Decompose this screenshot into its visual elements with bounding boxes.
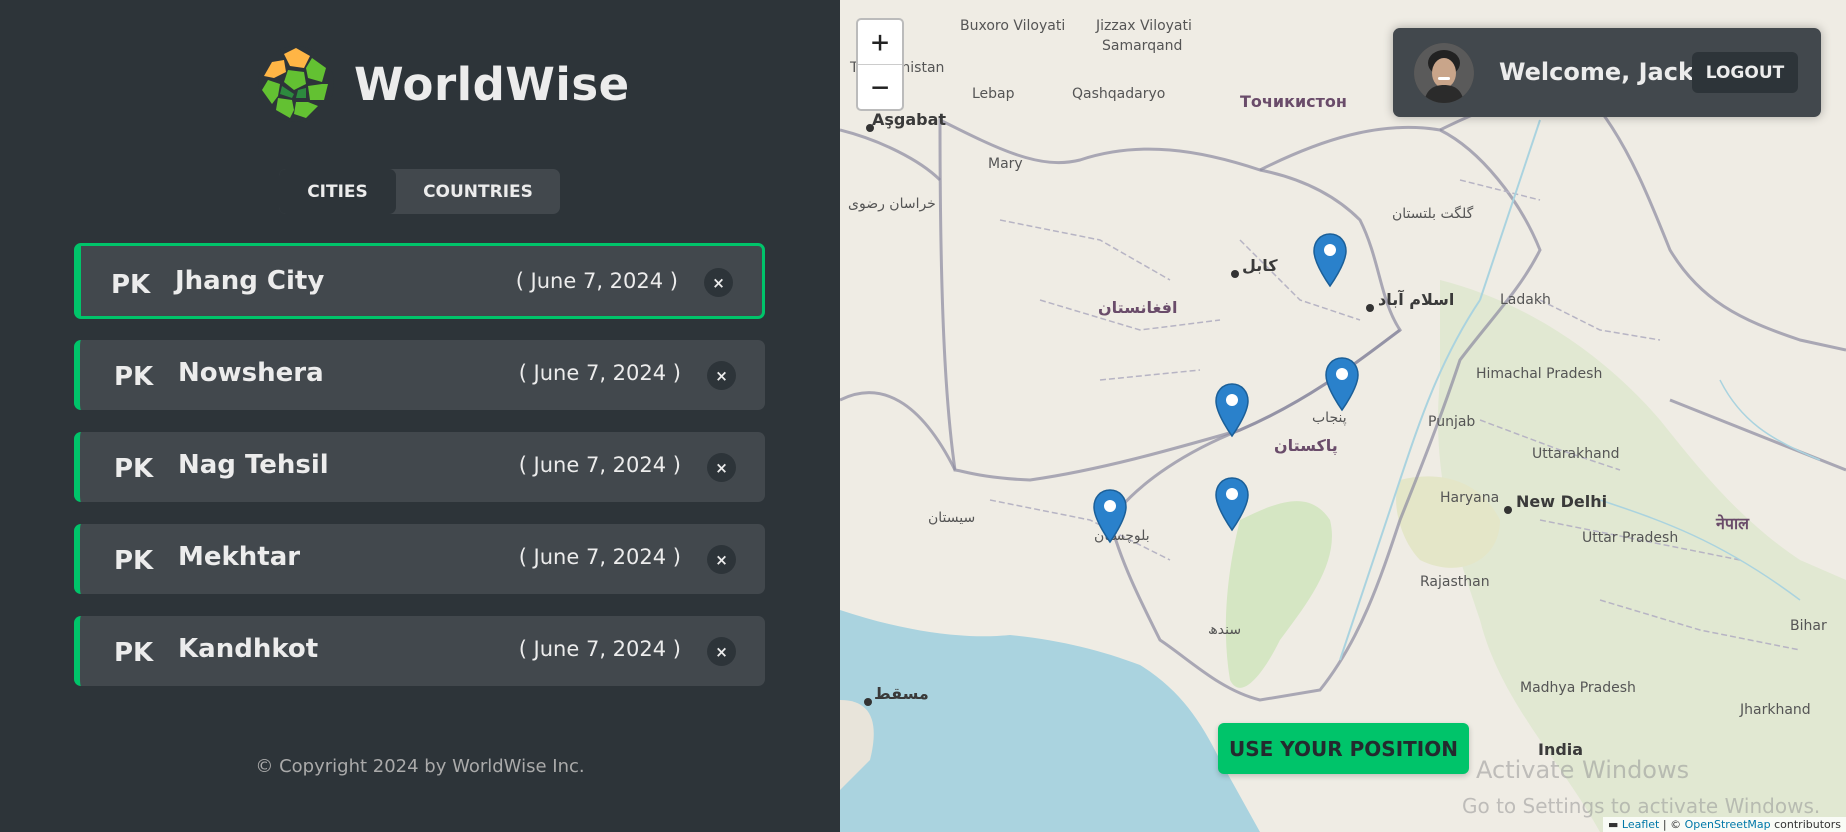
map-label-nepal: नेपाल xyxy=(1716,514,1749,533)
delete-city-button[interactable]: × xyxy=(704,268,733,297)
map-label-uttarakhand: Uttarakhand xyxy=(1532,446,1620,462)
map-label-khorasan: خراسان رضوی xyxy=(848,196,936,212)
country-code: PK xyxy=(114,546,154,576)
city-date: ( June 7, 2024 ) xyxy=(518,453,681,477)
avatar xyxy=(1414,43,1474,103)
city-item-kandhkot[interactable]: PK Kandhkot ( June 7, 2024 ) × xyxy=(74,616,765,686)
map-label-punjab: Punjab xyxy=(1428,414,1476,430)
logout-button[interactable]: LOGOUT xyxy=(1692,52,1798,93)
city-date: ( June 7, 2024 ) xyxy=(515,269,678,293)
attribution-separator: | © xyxy=(1659,818,1685,831)
country-code: PK xyxy=(111,270,151,300)
city-name: Jhang City xyxy=(175,266,325,296)
zoom-in-button[interactable]: + xyxy=(858,20,902,65)
city-list: PK Jhang City ( June 7, 2024 ) × PK Nows… xyxy=(74,243,765,708)
tab-bar: CITIES COUNTRIES xyxy=(279,169,560,214)
map-label-islamabad: اسلام آباد xyxy=(1378,290,1455,309)
map-label-jharkhand: Jharkhand xyxy=(1740,702,1811,718)
country-code: PK xyxy=(114,454,154,484)
map-label-mary: Mary xyxy=(988,156,1023,172)
welcome-message: Welcome, Jack xyxy=(1499,58,1694,86)
zoom-control: + − xyxy=(856,18,904,111)
city-item-nag-tehsil[interactable]: PK Nag Tehsil ( June 7, 2024 ) × xyxy=(74,432,765,502)
sidebar: WorldWise CITIES COUNTRIES PK Jhang City… xyxy=(0,0,840,832)
map-label-uttar-pradesh: Uttar Pradesh xyxy=(1582,530,1679,546)
map-label-jizzax: Jizzax Viloyati xyxy=(1096,18,1192,34)
map-label-lebap: Lebap xyxy=(972,86,1015,102)
city-date: ( June 7, 2024 ) xyxy=(518,637,681,661)
city-name: Mekhtar xyxy=(178,542,301,572)
app-name: WorldWise xyxy=(354,57,630,111)
map-label-gilgit: گلگت بلتستان xyxy=(1392,206,1474,222)
map-label-punjab-ur: پنجاب xyxy=(1312,410,1347,426)
zoom-out-button[interactable]: − xyxy=(858,65,902,109)
delete-city-button[interactable]: × xyxy=(707,453,736,482)
map-label-bukhoro: Buxoro Viloyati xyxy=(960,18,1066,34)
map-label-ladakh: Ladakh xyxy=(1500,292,1551,308)
map-label-haryana: Haryana xyxy=(1440,490,1500,506)
attribution-contributors: contributors xyxy=(1770,818,1841,831)
osm-link[interactable]: OpenStreetMap xyxy=(1685,818,1771,831)
map-label-afghanistan: افغانستان xyxy=(1098,298,1178,317)
map-label-pakistan: پاکستان xyxy=(1274,436,1338,455)
city-date: ( June 7, 2024 ) xyxy=(518,361,681,385)
map-label-tajikistan: Точикистон xyxy=(1240,92,1347,111)
map-label-ashgabat: Aşgabat xyxy=(872,110,947,129)
map-label-bihar: Bihar xyxy=(1790,618,1827,634)
map-label-himachal: Himachal Pradesh xyxy=(1476,366,1603,382)
city-item-jhang-city[interactable]: PK Jhang City ( June 7, 2024 ) × xyxy=(74,243,765,319)
city-name: Kandhkot xyxy=(178,634,319,664)
globe-logo-icon xyxy=(258,46,334,122)
windows-watermark-title: Activate Windows xyxy=(1476,756,1690,784)
user-panel: Welcome, Jack LOGOUT xyxy=(1393,28,1821,117)
delete-city-button[interactable]: × xyxy=(707,545,736,574)
city-name: Nowshera xyxy=(178,358,324,388)
tab-cities[interactable]: CITIES xyxy=(279,169,396,214)
city-marker-mekhtar[interactable] xyxy=(1092,488,1128,544)
map-label-kabul: کابل xyxy=(1242,256,1278,275)
logo[interactable]: WorldWise xyxy=(256,44,630,124)
map-label-rajasthan: Rajasthan xyxy=(1420,574,1490,590)
map[interactable]: Buxoro Viloyati Jizzax Viloyati Samarqan… xyxy=(840,0,1846,832)
map-label-qashqadaryo: Qashqadaryo xyxy=(1072,86,1166,102)
city-date: ( June 7, 2024 ) xyxy=(518,545,681,569)
city-name: Nag Tehsil xyxy=(178,450,329,480)
city-marker-kandhkot[interactable] xyxy=(1214,476,1250,532)
ukraine-flag-icon: ▬ xyxy=(1608,818,1619,831)
city-item-mekhtar[interactable]: PK Mekhtar ( June 7, 2024 ) × xyxy=(74,524,765,594)
map-label-new-delhi: New Delhi xyxy=(1516,492,1608,511)
country-code: PK xyxy=(114,638,154,668)
city-marker-jhang-city[interactable] xyxy=(1324,356,1360,412)
map-label-muscat: مسقط xyxy=(874,684,929,703)
use-position-button[interactable]: USE YOUR POSITION xyxy=(1218,723,1469,774)
windows-watermark-subtitle: Go to Settings to activate Windows. xyxy=(1462,794,1821,818)
map-attribution: ▬ Leaflet | © OpenStreetMap contributors xyxy=(1603,817,1846,832)
map-label-sindh: سندھ xyxy=(1208,622,1242,638)
city-item-nowshera[interactable]: PK Nowshera ( June 7, 2024 ) × xyxy=(74,340,765,410)
city-marker-nowshera[interactable] xyxy=(1312,232,1348,288)
city-marker-nag-tehsil[interactable] xyxy=(1214,382,1250,438)
map-label-samarqand: Samarqand xyxy=(1102,38,1183,54)
country-code: PK xyxy=(114,362,154,392)
map-label-madhya: Madhya Pradesh xyxy=(1520,680,1636,696)
delete-city-button[interactable]: × xyxy=(707,637,736,666)
tab-countries[interactable]: COUNTRIES xyxy=(396,169,560,214)
copyright-footer: © Copyright 2024 by WorldWise Inc. xyxy=(255,756,585,777)
leaflet-link[interactable]: Leaflet xyxy=(1622,818,1659,831)
delete-city-button[interactable]: × xyxy=(707,361,736,390)
map-label-sistan: سیستان xyxy=(928,510,976,526)
